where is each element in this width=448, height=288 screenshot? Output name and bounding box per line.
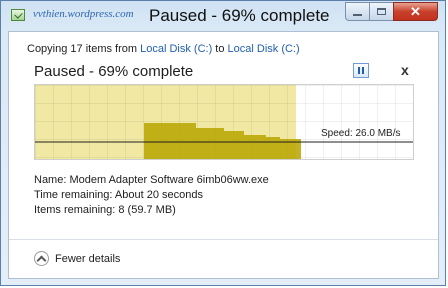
title-bar[interactable]: vvthien.wordpress.com Paused - 69% compl… xyxy=(1,1,445,31)
items-value: 8 (59.7 MB) xyxy=(118,204,176,216)
throughput-chart xyxy=(35,123,413,159)
transfer-graph xyxy=(34,84,414,160)
copy-app-icon xyxy=(11,9,25,21)
name-value: Modem Adapter Software 6imb06ww.exe xyxy=(69,174,269,186)
status-heading: Paused - 69% complete xyxy=(34,63,194,80)
speed-label: Speed: 26.0 MB/s xyxy=(321,128,401,139)
copy-dialog-window: vvthien.wordpress.com Paused - 69% compl… xyxy=(0,0,446,286)
minimize-icon xyxy=(353,13,362,16)
time-value: About 20 seconds xyxy=(114,189,203,201)
close-window-button[interactable]: ✕ xyxy=(393,2,438,21)
copying-summary: Copying 17 items from Local Disk (C:) to… xyxy=(27,43,300,55)
chevron-up-icon xyxy=(34,251,49,266)
fewer-details-label: Fewer details xyxy=(55,252,121,265)
divider xyxy=(9,239,438,240)
details-panel: Name: Modem Adapter Software 6imb06ww.ex… xyxy=(34,173,269,218)
items-label: Items remaining: xyxy=(34,204,116,216)
copying-middle: to xyxy=(212,43,228,55)
minimize-button[interactable] xyxy=(345,2,370,21)
maximize-icon xyxy=(377,8,386,15)
pause-resume-button[interactable] xyxy=(353,63,369,78)
cancel-copy-button[interactable]: x xyxy=(401,62,409,78)
fewer-details-button[interactable]: Fewer details xyxy=(34,251,120,266)
time-row: Time remaining: About 20 seconds xyxy=(34,188,269,203)
copying-prefix: Copying 17 items from xyxy=(27,43,141,55)
close-icon: ✕ xyxy=(410,3,421,19)
time-label: Time remaining: xyxy=(34,189,113,201)
maximize-button[interactable] xyxy=(369,2,394,21)
destination-link[interactable]: Local Disk (C:) xyxy=(228,43,300,55)
window-title: Paused - 69% complete xyxy=(149,6,330,25)
source-link[interactable]: Local Disk (C:) xyxy=(140,43,212,55)
items-row: Items remaining: 8 (59.7 MB) xyxy=(34,203,269,218)
watermark-text: vvthien.wordpress.com xyxy=(33,8,134,20)
name-label: Name: xyxy=(34,174,67,186)
name-row: Name: Modem Adapter Software 6imb06ww.ex… xyxy=(34,173,269,188)
